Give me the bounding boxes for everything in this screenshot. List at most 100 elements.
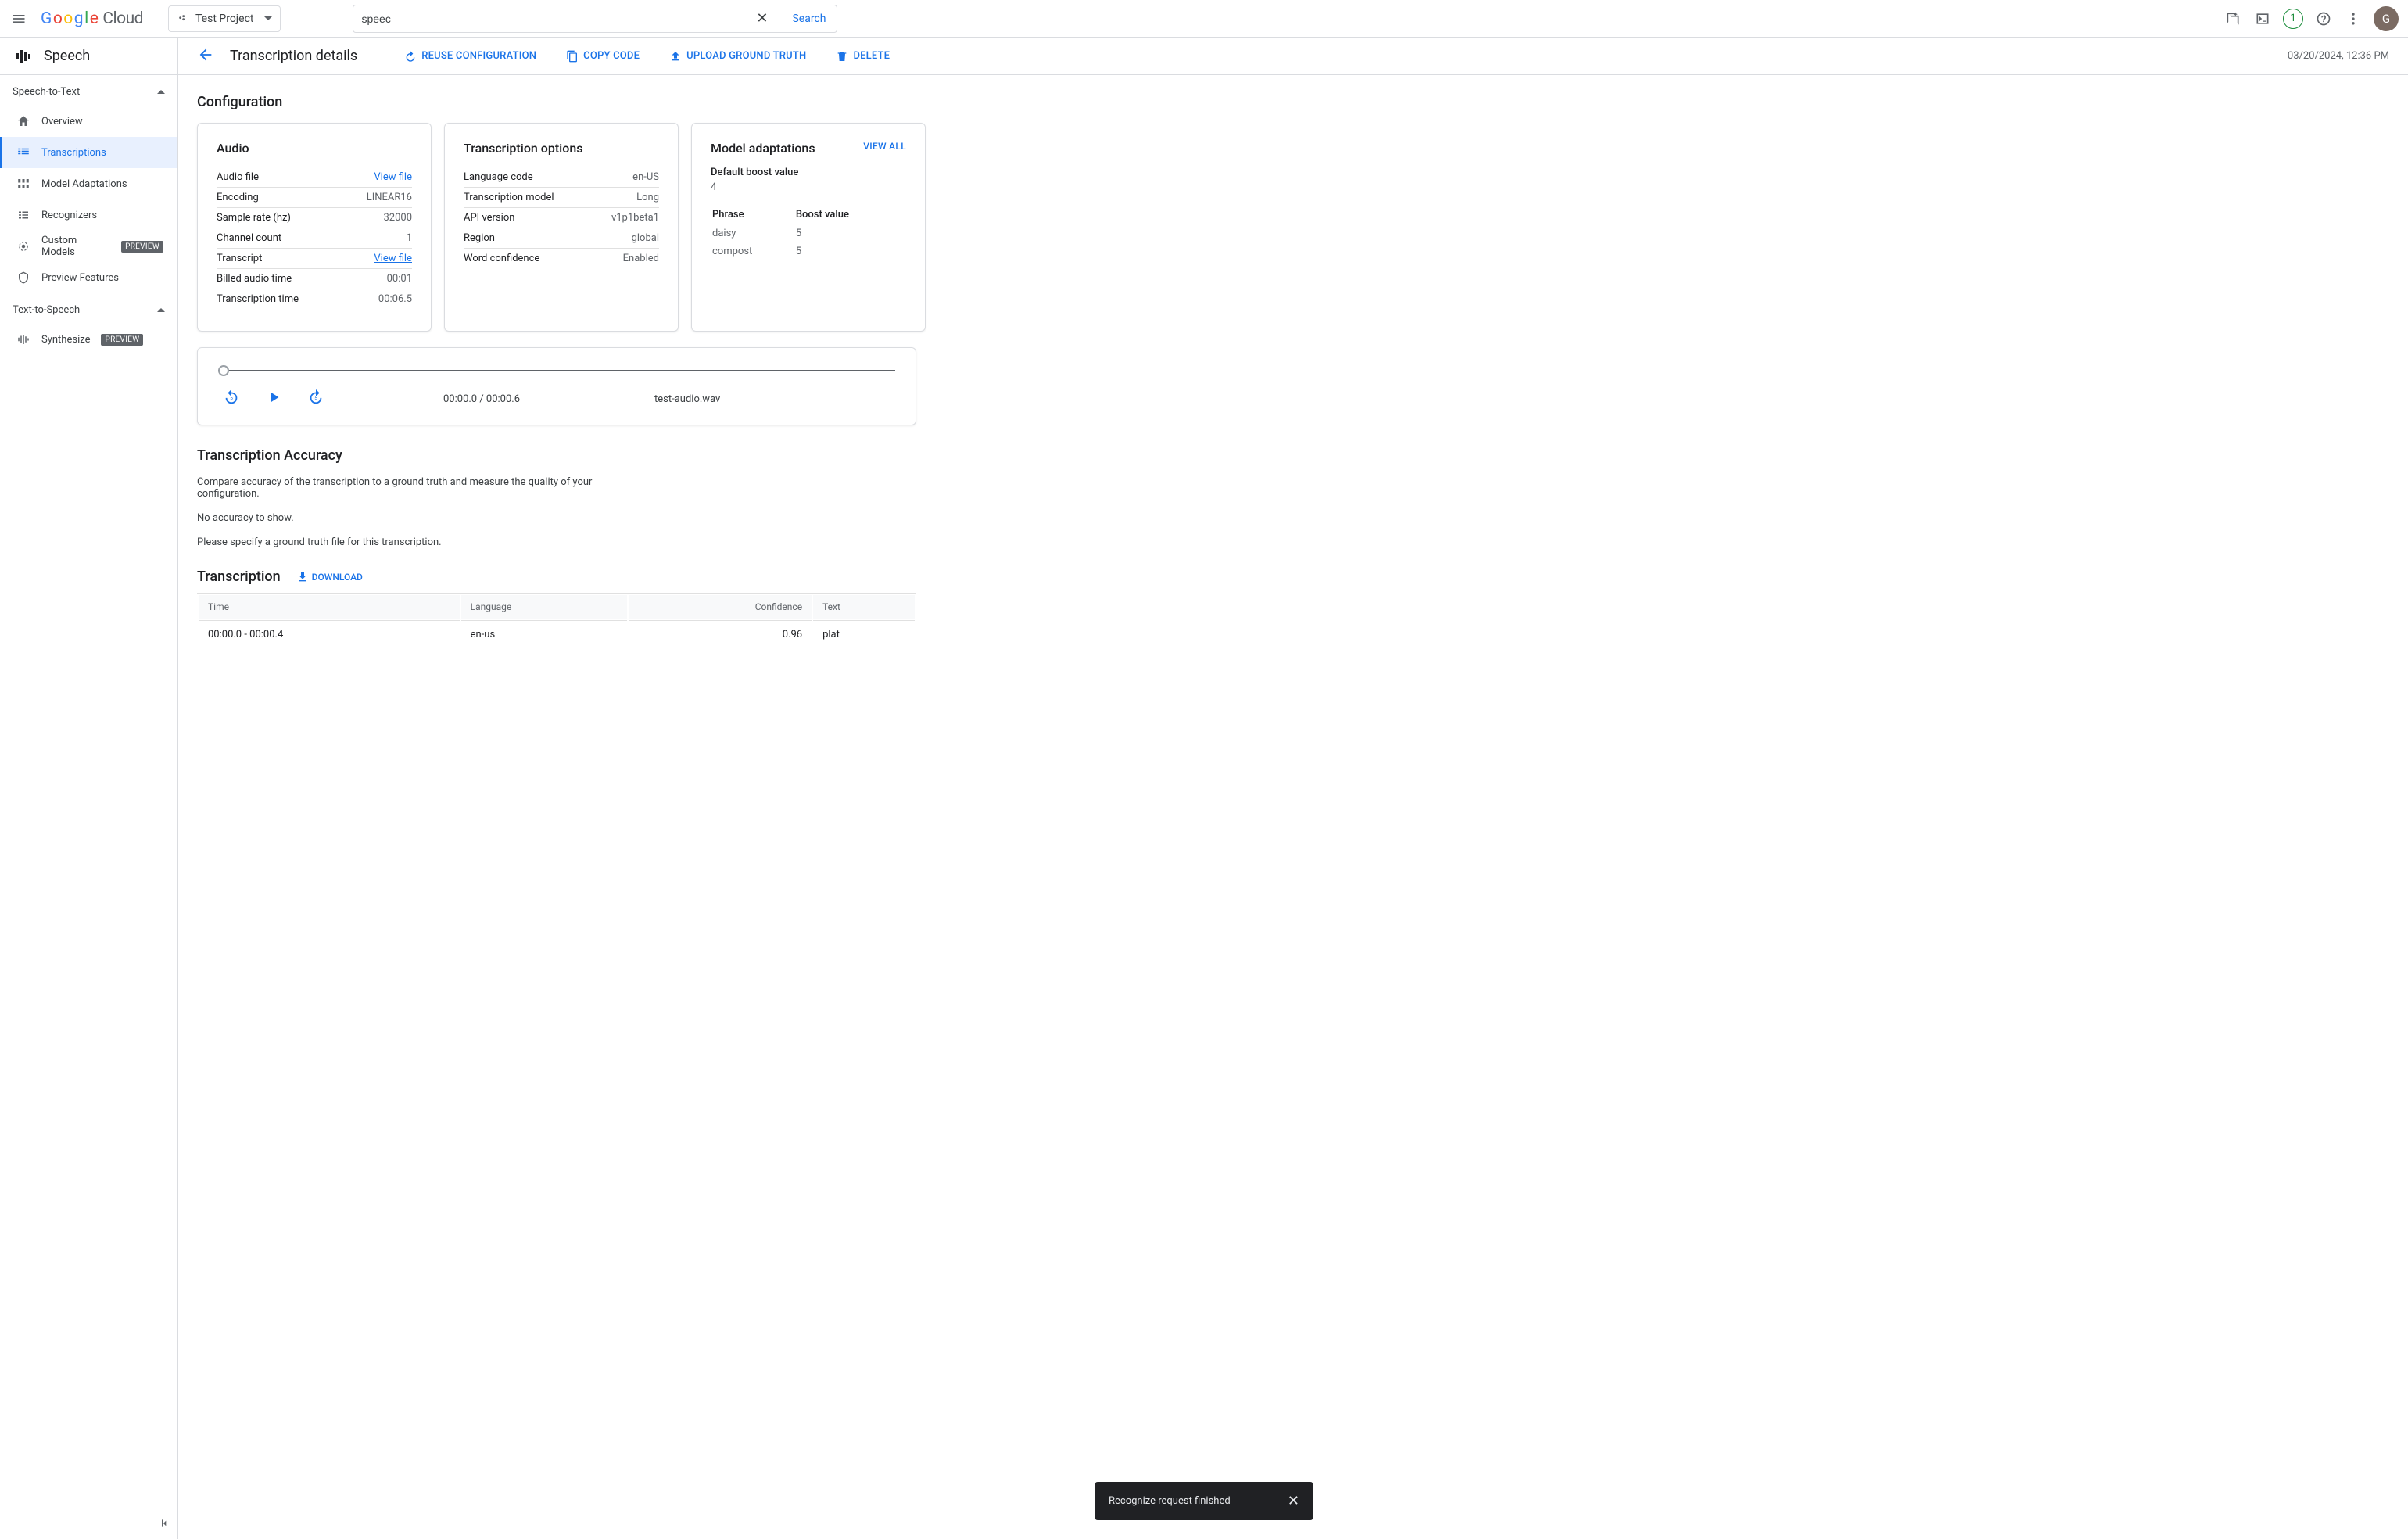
table-row: daisy 5: [712, 225, 905, 242]
more-vert-icon[interactable]: [2344, 9, 2363, 28]
kv-value: 00:06.5: [378, 293, 412, 305]
play-icon[interactable]: [265, 389, 282, 409]
clear-search-icon[interactable]: ✕: [756, 10, 768, 27]
accuracy-section: Transcription Accuracy Compare accuracy …: [197, 447, 2389, 548]
col-language: Language: [461, 595, 628, 619]
search-input[interactable]: [361, 13, 756, 25]
search-box[interactable]: ✕: [353, 5, 776, 33]
cell-time: 00:00.0 - 00:00.4: [199, 620, 460, 648]
transcription-header: Transcription DOWNLOAD: [197, 569, 2389, 585]
sidebar-item-preview-features[interactable]: Preview Features: [0, 262, 177, 293]
sidebar-item-synthesize[interactable]: Synthesize PREVIEW: [0, 324, 177, 355]
player-track[interactable]: [218, 370, 895, 371]
toast: Recognize request finished ✕: [1095, 1482, 1313, 1520]
kv-value: 32000: [383, 212, 412, 224]
default-boost-value: 4: [711, 181, 906, 193]
view-audio-file-link[interactable]: View file: [374, 171, 412, 183]
kv-value: 00:01: [387, 273, 412, 285]
chevron-up-icon: [157, 308, 165, 312]
preview-badge: PREVIEW: [101, 334, 143, 346]
kv-row: Billed audio time 00:01: [217, 268, 412, 289]
project-picker[interactable]: Test Project: [168, 5, 281, 32]
kv-label: Transcription time: [217, 293, 299, 305]
sidebar-item-model-adaptations[interactable]: Model Adaptations: [0, 168, 177, 199]
sidebar-item-label: Preview Features: [41, 272, 119, 284]
gemini-icon[interactable]: [2223, 9, 2242, 28]
nav-section-tts[interactable]: Text-to-Speech: [0, 293, 177, 324]
sidebar-item-custom-models[interactable]: Custom Models PREVIEW: [0, 231, 177, 262]
sidebar-header[interactable]: Speech: [0, 38, 177, 75]
delete-button[interactable]: DELETE: [836, 50, 890, 63]
col-boost: Boost value: [796, 206, 905, 224]
help-icon[interactable]: [2314, 9, 2333, 28]
transcription-title: Transcription: [197, 569, 281, 585]
kv-row: API version v1p1beta1: [464, 207, 659, 228]
kv-row: Sample rate (hz) 32000: [217, 207, 412, 228]
col-phrase: Phrase: [712, 206, 794, 224]
kv-label: Billed audio time: [217, 273, 292, 285]
main-content: Transcription details REUSE CONFIGURATIO…: [178, 38, 2408, 1539]
table-row: compost 5: [712, 243, 905, 260]
action-label: REUSE CONFIGURATION: [421, 50, 536, 62]
sidebar: Speech Speech-to-Text Overview Transcrip…: [0, 38, 178, 1539]
boost-cell: 5: [796, 243, 905, 260]
sidebar-item-recognizers[interactable]: Recognizers: [0, 199, 177, 231]
back-arrow-icon[interactable]: [197, 46, 214, 66]
default-boost-label: Default boost value: [711, 167, 906, 178]
copy-code-button[interactable]: COPY CODE: [566, 50, 640, 63]
project-name: Test Project: [195, 13, 253, 25]
collapse-sidebar-icon[interactable]: [159, 1517, 171, 1533]
kv-label: Encoding: [217, 192, 259, 203]
svg-text:5: 5: [230, 395, 233, 401]
top-bar: Google Cloud Test Project ✕ Search 1: [0, 0, 2408, 38]
page-title: Transcription details: [230, 48, 357, 64]
replay-5-icon[interactable]: 5: [223, 389, 240, 409]
sidebar-item-overview[interactable]: Overview: [0, 106, 177, 137]
kv-row: Transcription time 00:06.5: [217, 289, 412, 309]
sidebar-item-label: Custom Models: [41, 235, 110, 258]
detail-header: Transcription details REUSE CONFIGURATIO…: [178, 38, 2408, 75]
caret-down-icon: [264, 16, 272, 20]
kv-row: Encoding LINEAR16: [217, 187, 412, 207]
upload-ground-truth-button[interactable]: UPLOAD GROUND TRUTH: [669, 50, 806, 63]
cell-confidence: 0.96: [629, 620, 812, 648]
adaptations-table: Phrase Boost value daisy 5 compost 5: [711, 204, 906, 261]
card-title: Audio: [217, 141, 412, 156]
toast-close-icon[interactable]: ✕: [1288, 1493, 1299, 1509]
table-row[interactable]: 00:00.0 - 00:00.4 en-us 0.96 plat: [199, 620, 915, 648]
search-button[interactable]: Search: [776, 5, 837, 33]
accuracy-none: No accuracy to show.: [197, 512, 604, 524]
player-thumb[interactable]: [218, 365, 229, 376]
sidebar-item-label: Synthesize: [41, 334, 90, 346]
kv-value: global: [632, 232, 659, 244]
sidebar-item-label: Transcriptions: [41, 147, 106, 159]
logo-cloud-text: Cloud: [102, 9, 143, 28]
view-transcript-file-link[interactable]: View file: [374, 253, 412, 264]
menu-icon[interactable]: [9, 9, 28, 28]
col-time: Time: [199, 595, 460, 619]
col-text: Text: [813, 595, 915, 619]
kv-value: v1p1beta1: [611, 212, 659, 224]
cell-language: en-us: [461, 620, 628, 648]
sidebar-item-label: Overview: [41, 116, 83, 127]
action-label: UPLOAD GROUND TRUTH: [686, 50, 806, 62]
sidebar-item-transcriptions[interactable]: Transcriptions: [0, 137, 177, 168]
trial-badge[interactable]: 1: [2283, 9, 2303, 29]
chevron-up-icon: [157, 90, 165, 94]
reuse-configuration-button[interactable]: REUSE CONFIGURATION: [404, 50, 536, 63]
avatar[interactable]: G: [2374, 6, 2399, 31]
preview-badge: PREVIEW: [121, 241, 163, 253]
audio-card: Audio Audio file View file Encoding LINE…: [197, 123, 432, 332]
forward-5-icon[interactable]: 5: [307, 389, 324, 409]
view-all-link[interactable]: VIEW ALL: [863, 141, 906, 152]
gcp-logo[interactable]: Google Cloud: [41, 9, 143, 28]
boost-cell: 5: [796, 225, 905, 242]
nav-section-stt-label: Speech-to-Text: [13, 86, 80, 98]
cloud-shell-icon[interactable]: [2253, 9, 2272, 28]
kv-row: Word confidence Enabled: [464, 248, 659, 268]
nav-section-stt[interactable]: Speech-to-Text: [0, 75, 177, 106]
kv-value: 1: [407, 232, 412, 244]
action-label: DELETE: [853, 50, 890, 62]
download-button[interactable]: DOWNLOAD: [296, 571, 363, 583]
trial-badge-text: 1: [2290, 13, 2295, 24]
